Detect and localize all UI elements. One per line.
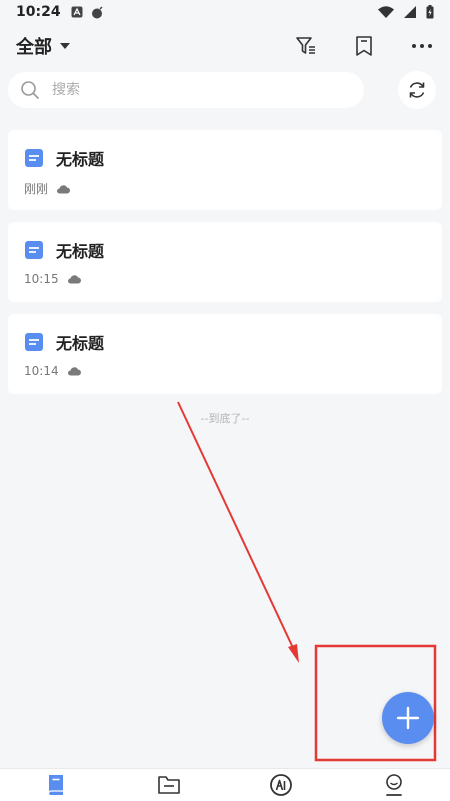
scope-selector[interactable]: 全部 — [16, 33, 72, 59]
app-notification-icon — [71, 6, 83, 18]
notes-icon — [48, 775, 64, 795]
note-title-row: 无标题 — [24, 238, 426, 262]
sync-button[interactable] — [398, 71, 436, 109]
cloud-icon — [56, 184, 71, 194]
status-time: 10:24 — [16, 4, 61, 20]
scope-label: 全部 — [16, 37, 52, 58]
note-title-row: 无标题 — [24, 146, 426, 170]
more-dots-icon — [412, 44, 432, 48]
note-time: 10:14 — [24, 364, 59, 378]
note-title-row: 无标题 — [24, 330, 426, 354]
annotation-arrowhead — [288, 644, 299, 663]
signal-icon — [404, 6, 416, 18]
search-input[interactable] — [50, 81, 334, 99]
list-end-label: --到底了-- — [200, 412, 250, 425]
folder-icon — [157, 776, 180, 794]
annotation-arrow-line — [177, 401, 295, 651]
search-row — [8, 71, 442, 109]
bottom-nav — [0, 768, 450, 801]
sync-icon — [409, 82, 425, 98]
status-app-icons — [71, 5, 104, 19]
document-icon — [25, 149, 43, 167]
nav-item-ai[interactable] — [261, 770, 301, 800]
document-icon — [25, 333, 43, 351]
bookmark-button[interactable] — [350, 32, 378, 60]
note-title: 无标题 — [56, 150, 105, 169]
note-card[interactable]: 无标题 10:15 — [8, 222, 442, 302]
search-box[interactable] — [8, 72, 364, 108]
more-button[interactable] — [408, 32, 436, 60]
wifi-icon — [378, 6, 394, 18]
nav-item-notes[interactable] — [36, 770, 76, 800]
filter-button[interactable] — [292, 32, 320, 60]
header-actions — [292, 32, 436, 60]
note-title: 无标题 — [56, 334, 105, 353]
note-card[interactable]: 无标题 10:14 — [8, 314, 442, 394]
nav-item-profile[interactable] — [374, 770, 414, 800]
nav-item-folders[interactable] — [149, 770, 189, 800]
bookmark-icon — [356, 36, 372, 56]
note-time: 10:15 — [24, 272, 59, 286]
cloud-icon — [67, 366, 81, 376]
plus-icon — [396, 706, 420, 730]
note-meta: 10:15 — [24, 272, 426, 286]
filter-icon — [296, 37, 315, 54]
cloud-icon — [67, 274, 81, 284]
bomb-notification-icon — [91, 5, 103, 18]
ai-assistant-icon — [270, 774, 293, 796]
note-meta: 10:14 — [24, 364, 426, 378]
search-icon — [21, 81, 39, 99]
status-bar: 10:24 — [0, 0, 450, 24]
note-title: 无标题 — [56, 242, 105, 261]
document-icon — [25, 241, 43, 259]
note-list: 无标题 刚刚 无标题 10:15 无标题 10:14 — [8, 130, 442, 406]
note-time: 刚刚 — [24, 182, 49, 196]
add-note-button[interactable] — [382, 692, 434, 744]
profile-icon — [385, 774, 402, 796]
note-meta: 刚刚 — [24, 180, 426, 197]
note-card[interactable]: 无标题 刚刚 — [8, 130, 442, 210]
status-right-icons — [378, 5, 434, 19]
header: 全部 — [0, 26, 450, 66]
caret-down-icon — [60, 43, 70, 49]
battery-icon — [426, 5, 434, 19]
